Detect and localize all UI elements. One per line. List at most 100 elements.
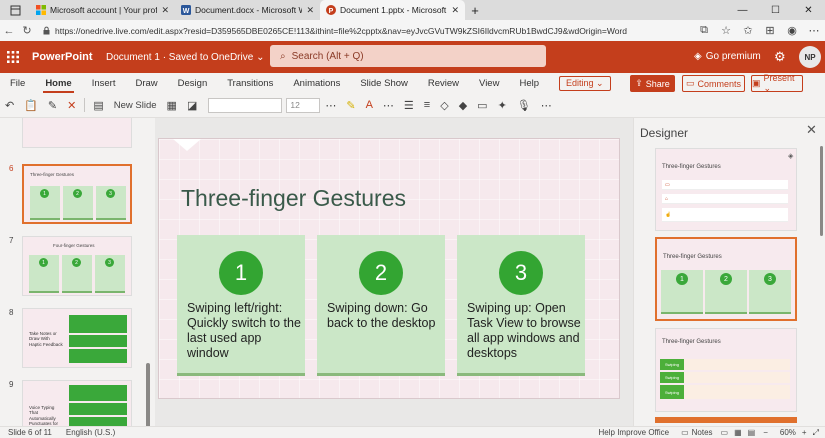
normal-view-icon[interactable]: ▭ — [721, 428, 729, 437]
tab-view[interactable]: View — [469, 78, 509, 89]
app-name[interactable]: PowerPoint — [32, 51, 93, 63]
format-painter-icon[interactable]: ✎ — [43, 99, 62, 112]
slide-thumbnail-8[interactable]: Take Notes or Draw With Haptic Feedback — [22, 308, 132, 368]
zoom-in-icon[interactable]: + — [802, 428, 807, 437]
collections-icon[interactable]: ⊞ — [759, 24, 781, 37]
tab-transitions[interactable]: Transitions — [217, 78, 283, 89]
align-icon[interactable]: ≡ — [419, 99, 435, 111]
favorite-star-icon[interactable]: ☆ — [715, 24, 737, 37]
design-option-4[interactable] — [655, 417, 797, 423]
slide-sorter-icon[interactable]: ▦ — [734, 428, 742, 437]
slide-thumbnail-5[interactable] — [22, 118, 132, 148]
share-button[interactable]: ⇪ Share — [630, 75, 675, 92]
reading-view-icon[interactable]: ▤ — [748, 428, 756, 437]
tab-home[interactable]: Home — [35, 78, 81, 93]
profile-icon[interactable]: ◉ — [781, 24, 803, 37]
shapes-icon[interactable]: ◇ — [435, 99, 453, 112]
gear-icon[interactable]: ⚙ — [774, 49, 786, 65]
avatar[interactable]: NP — [799, 46, 821, 68]
tab-actions-icon[interactable] — [0, 0, 30, 20]
thumb-number-2: 2 — [73, 189, 82, 198]
tab-help[interactable]: Help — [509, 78, 549, 89]
undo-icon[interactable]: ↶ — [0, 99, 19, 112]
refresh-icon[interactable]: ↻ — [18, 24, 36, 37]
thumb-green-block — [69, 417, 127, 426]
new-tab-button[interactable]: + — [465, 0, 485, 20]
thumb-number-3: 3 — [106, 189, 115, 198]
gesture-card-1[interactable]: 1 Swiping left/right: Quickly switch to … — [177, 235, 305, 376]
browser-tab-word-document[interactable]: W Document.docx - Microsoft Word ✕ — [175, 0, 320, 20]
close-icon[interactable]: ✕ — [806, 122, 817, 138]
language-indicator[interactable]: English (U.S.) — [66, 428, 115, 437]
close-tab-icon[interactable]: ✕ — [161, 5, 169, 16]
more-font-options-icon[interactable]: ⋯ — [320, 99, 341, 112]
gesture-card-2[interactable]: 2 Swiping down: Go back to the desktop — [317, 235, 445, 376]
layout-icon[interactable]: ▦ — [162, 99, 182, 112]
clipboard-icon[interactable]: 📋 — [19, 99, 43, 112]
shape-outline-icon[interactable]: ▭ — [472, 99, 492, 112]
dictate-icon[interactable]: 🎙 — [512, 99, 536, 112]
design-option-1[interactable]: Three-finger Gestures ◈ ▭ ⌂ ☝ — [655, 148, 797, 231]
close-tab-icon[interactable]: ✕ — [451, 5, 459, 16]
card-text[interactable]: Swiping down: Go back to the desktop — [327, 301, 443, 331]
close-window-icon[interactable]: ✕ — [792, 0, 825, 20]
more-icon[interactable]: ⋯ — [378, 99, 399, 112]
highlight-icon[interactable]: ✎ — [341, 99, 360, 112]
present-button[interactable]: ▣ Present ⌄ — [751, 73, 803, 93]
zoom-level[interactable]: 60% — [780, 428, 796, 437]
tab-slide-show[interactable]: Slide Show — [350, 78, 418, 89]
tab-draw[interactable]: Draw — [125, 78, 167, 89]
tab-review[interactable]: Review — [418, 78, 469, 89]
current-slide[interactable]: Three-finger Gestures 1 Swiping left/rig… — [158, 138, 620, 399]
editing-mode-dropdown[interactable]: Editing ⌄ — [559, 75, 611, 91]
font-family-field[interactable] — [208, 97, 283, 113]
help-improve-office[interactable]: Help Improve Office — [599, 428, 670, 437]
document-title[interactable]: Document 1 · Saved to OneDrive ⌄ — [106, 52, 274, 63]
minimize-icon[interactable]: — — [726, 0, 759, 20]
go-premium-button[interactable]: ◈ Go premium — [694, 51, 761, 62]
font-color-icon[interactable]: A — [361, 99, 378, 111]
maximize-icon[interactable]: ☐ — [759, 0, 792, 20]
slide-thumbnail-9[interactable]: Voice Typing That Automatically Punctuat… — [22, 380, 132, 426]
reader-view-icon[interactable]: ⧉ — [693, 24, 715, 37]
notes-icon[interactable]: ▭ — [681, 428, 689, 437]
shape-fill-icon[interactable]: ◪ — [182, 99, 202, 112]
app-launcher-icon[interactable] — [0, 51, 26, 63]
comments-button[interactable]: ▭ Comments — [682, 75, 745, 92]
fit-to-window-icon[interactable]: ⤢ — [813, 428, 819, 438]
designer-scrollbar[interactable] — [820, 146, 823, 236]
design-option-2[interactable]: Three-finger Gestures 1 2 3 — [655, 237, 797, 321]
design-option-3[interactable]: Three-finger Gestures Swiping Swiping Sw… — [655, 328, 797, 412]
tab-insert[interactable]: Insert — [82, 78, 126, 89]
favorites-icon[interactable]: ✩ — [737, 24, 759, 37]
thumbnails-scrollbar[interactable] — [146, 363, 150, 426]
bullets-icon[interactable]: ☰ — [399, 99, 419, 112]
slide-thumbnail-7[interactable]: Four-finger Gestures 1 2 3 — [22, 236, 132, 296]
browser-tab-microsoft-account[interactable]: Microsoft account | Your profile ✕ — [30, 0, 175, 20]
search-input[interactable]: ⌕ Search (Alt + Q) — [270, 45, 546, 67]
font-size-field[interactable]: 12 — [286, 97, 321, 113]
slide-title[interactable]: Three-finger Gestures — [181, 185, 406, 212]
back-icon[interactable]: ← — [0, 25, 18, 37]
new-slide-icon[interactable]: ▤ — [88, 99, 108, 112]
slide-thumbnail-6[interactable]: Three-finger Gestures 1 2 3 — [22, 164, 132, 224]
browser-tab-powerpoint[interactable]: P Document 1.pptx - Microsoft PowerPoint… — [320, 0, 465, 20]
new-slide-button[interactable]: New Slide — [109, 100, 162, 111]
tab-file[interactable]: File — [0, 78, 35, 89]
thumb-green-block — [69, 335, 127, 347]
tab-animations[interactable]: Animations — [283, 78, 350, 89]
notes-button[interactable]: Notes — [692, 428, 713, 437]
ribbon-toolbar: ↶ 📋 ✎ ✕ ▤ New Slide ▦ ◪ 12 ⋯ ✎ A ⋯ ☰ ≡ ◇… — [0, 93, 825, 118]
tab-design[interactable]: Design — [168, 78, 218, 89]
url-field[interactable]: https://onedrive.live.com/edit.aspx?resi… — [42, 23, 687, 39]
zoom-out-icon[interactable]: − — [763, 428, 768, 437]
more-options-icon[interactable]: ⋯ — [803, 24, 825, 37]
more-options-icon[interactable]: ⋯ — [536, 99, 557, 112]
clear-formatting-icon[interactable]: ✕ — [62, 99, 81, 112]
card-text[interactable]: Swiping left/right: Quickly switch to th… — [187, 301, 303, 361]
card-text[interactable]: Swiping up: Open Task View to browse all… — [467, 301, 583, 361]
designer-icon[interactable]: ✦ — [493, 99, 512, 112]
gesture-card-3[interactable]: 3 Swiping up: Open Task View to browse a… — [457, 235, 585, 376]
close-tab-icon[interactable]: ✕ — [306, 5, 314, 16]
fill-color-icon[interactable]: ◆ — [454, 99, 472, 112]
